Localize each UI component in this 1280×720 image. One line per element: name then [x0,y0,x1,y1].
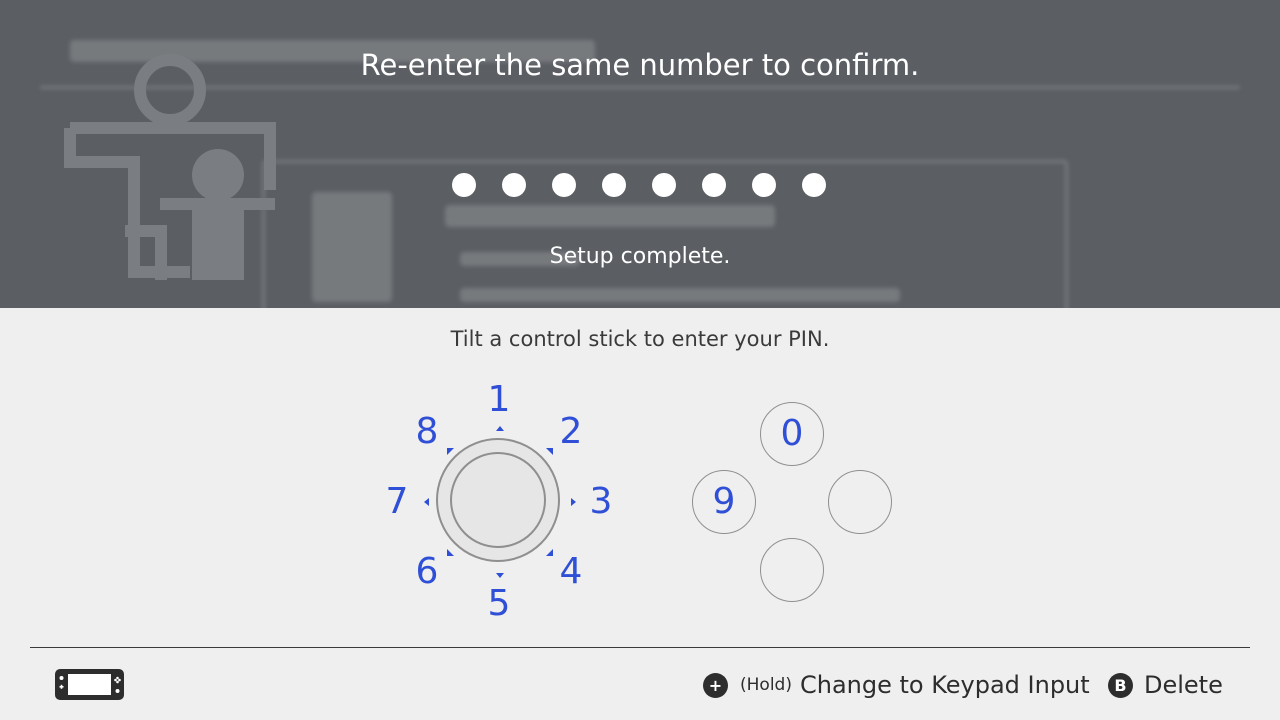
pin-dot [552,173,576,197]
pin-dot [702,173,726,197]
pin-dot [802,173,826,197]
pad-button-bottom[interactable] [760,538,824,602]
pad-button-top[interactable]: 0 [760,402,824,466]
pad-button-left[interactable]: 9 [692,470,756,534]
delete-action[interactable]: B Delete [1108,668,1223,702]
hold-label: (Hold) [740,675,792,695]
status-text: Setup complete. [549,244,731,269]
handheld-console-icon [55,669,124,700]
control-stick-knob[interactable] [450,452,546,548]
footer-divider [30,647,1250,648]
plus-button-icon: + [703,672,728,698]
pin-dot [652,173,676,197]
b-button-icon: B [1108,672,1133,698]
keypad-input-action[interactable]: + (Hold) Change to Keypad Input [703,668,1090,702]
control-stick-dial[interactable]: 1 2 3 4 5 6 7 8 [380,378,620,626]
background-blur-text [445,205,775,227]
confirm-prompt: Re-enter the same number to confirm. [360,48,920,82]
pin-dot [452,173,476,197]
pin-dot [602,173,626,197]
pin-dot [502,173,526,197]
pin-dot [752,173,776,197]
pin-overlay: Re-enter the same number to confirm. Set… [0,0,1280,308]
instruction-text: Tilt a control stick to enter your PIN. [450,327,830,351]
keypad-input-label: Change to Keypad Input [799,671,1090,699]
background-blur-text [460,288,900,302]
delete-label: Delete [1144,671,1223,699]
pad-button-right[interactable] [828,470,892,534]
